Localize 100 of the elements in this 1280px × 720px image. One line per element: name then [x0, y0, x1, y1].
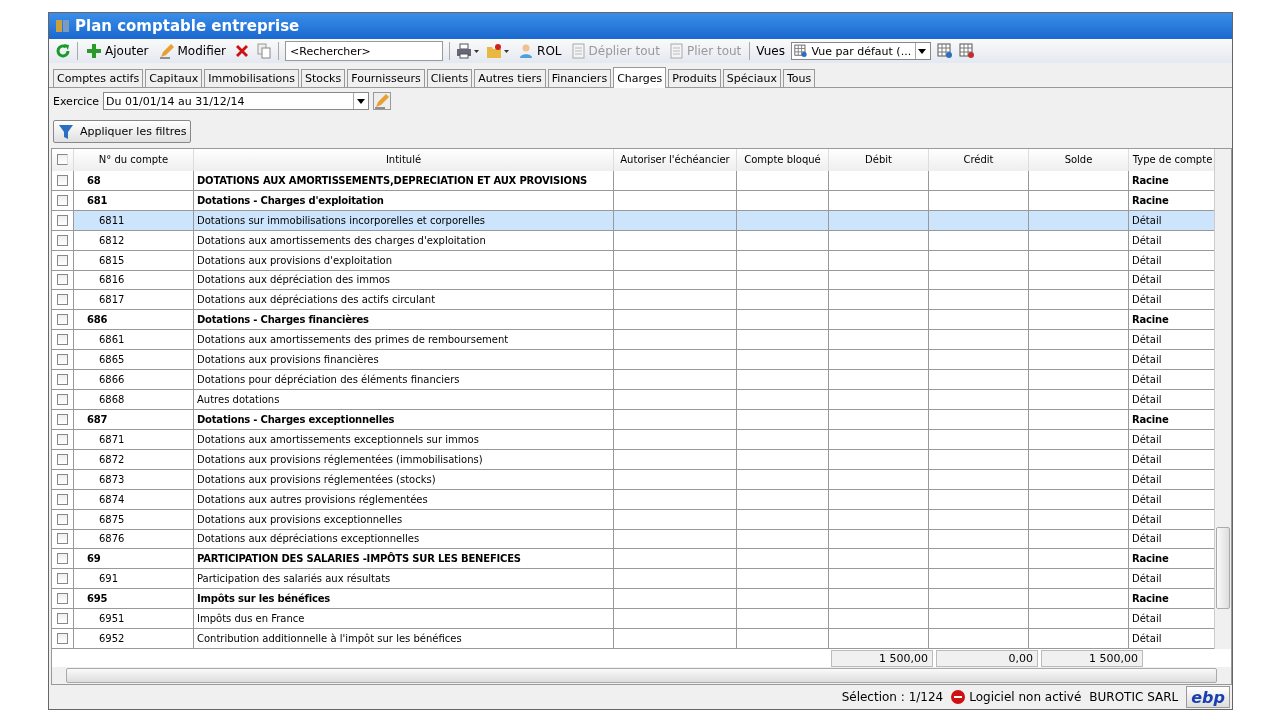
account-label-cell: Participation des salariés aux résultats — [194, 569, 614, 590]
row-checkbox[interactable] — [57, 254, 68, 266]
plus-icon — [86, 43, 102, 59]
tab[interactable]: Immobilisations — [204, 69, 300, 87]
view-dropdown[interactable]: Vue par défaut (... — [790, 42, 931, 60]
account-label-cell: Dotations - Charges exceptionnelles — [194, 409, 614, 430]
select-all-checkbox[interactable] — [57, 154, 68, 166]
account-label-cell: Dotations aux dépréciation des immos — [194, 270, 614, 291]
row-checkbox[interactable] — [57, 394, 68, 405]
ebp-logo: ebp — [1186, 686, 1230, 708]
table-users-icon[interactable] — [958, 43, 975, 59]
account-number-cell: 686 — [74, 310, 194, 331]
apply-filters-button[interactable]: Appliquer les filtres — [53, 120, 192, 143]
row-checkbox[interactable] — [57, 553, 68, 565]
window-title: Plan comptable entreprise — [75, 17, 300, 35]
column-header[interactable]: Débit — [829, 149, 929, 171]
caret-icon[interactable] — [918, 48, 927, 54]
row-checkbox[interactable] — [57, 374, 68, 386]
account-label-cell: Impôts dus en France — [194, 609, 614, 630]
account-label-cell: Impôts sur les bénéfices — [194, 589, 614, 610]
row-checkbox[interactable] — [57, 334, 68, 346]
book-icon — [55, 18, 71, 34]
row-checkbox[interactable] — [57, 433, 68, 445]
account-label-cell: DOTATIONS AUX AMORTISSEMENTS,DEPRECIATION ET AUX PROVISIONS — [194, 170, 614, 191]
account-number-cell: 687 — [74, 409, 194, 430]
delete-icon[interactable] — [234, 43, 251, 59]
table-icon[interactable] — [793, 43, 808, 59]
horizontal-scrollbar[interactable] — [52, 667, 1231, 684]
column-header[interactable]: Intitulé — [194, 149, 614, 171]
account-label-cell: Contribution additionnelle à l'impôt sur les bénéfices — [194, 629, 614, 649]
tab[interactable]: Tous — [782, 69, 816, 87]
company-name: BUROTIC SARL — [1089, 690, 1179, 704]
account-number-cell: 6815 — [74, 250, 194, 271]
column-header[interactable]: Crédit — [929, 149, 1029, 171]
edit-button[interactable]: Modifier — [156, 43, 229, 59]
printer-icon[interactable] — [456, 43, 481, 59]
column-header[interactable]: Autoriser l'échéancier — [614, 149, 737, 171]
tab[interactable]: Fournisseurs — [347, 69, 425, 87]
column-header[interactable]: Solde — [1029, 149, 1129, 171]
folder-icon[interactable] — [486, 43, 511, 59]
person-icon — [518, 43, 535, 59]
tab[interactable]: Clients — [426, 69, 473, 87]
row-checkbox[interactable] — [57, 633, 68, 645]
row-checkbox[interactable] — [57, 354, 68, 366]
account-number-cell: 6875 — [74, 509, 194, 530]
exercice-label: Exercice — [53, 94, 100, 108]
account-number-cell: 6861 — [74, 330, 194, 351]
row-checkbox[interactable] — [57, 453, 68, 465]
row-checkbox[interactable] — [57, 314, 68, 326]
vertical-scrollbar[interactable] — [1214, 149, 1231, 649]
account-number-cell: 6816 — [74, 270, 194, 291]
account-label-cell: Autres dotations — [194, 390, 614, 410]
row-checkbox[interactable] — [57, 234, 68, 246]
account-label-cell: Dotations aux amortissements exceptionnels sur immos — [194, 429, 614, 450]
account-number-cell: 68 — [74, 170, 194, 191]
row-checkbox[interactable] — [57, 214, 68, 226]
document-icon — [571, 43, 586, 59]
row-checkbox[interactable] — [57, 493, 68, 505]
no-entry-icon — [951, 690, 966, 704]
row-checkbox[interactable] — [57, 473, 68, 485]
search-field[interactable]: <Rechercher> — [285, 41, 444, 61]
balance-total: 1 500,00 — [1041, 649, 1143, 667]
row-checkbox[interactable] — [57, 573, 68, 585]
account-label-cell: Dotations aux provisions d'exploitation — [194, 250, 614, 271]
tab[interactable]: Charges — [613, 67, 667, 88]
caret-icon[interactable] — [357, 98, 366, 104]
column-header[interactable]: N° du compte — [74, 149, 194, 171]
tab[interactable]: Autres tiers — [474, 69, 546, 87]
row-checkbox[interactable] — [57, 613, 68, 625]
tab[interactable]: Stocks — [301, 69, 346, 87]
add-button[interactable]: Ajouter — [84, 43, 151, 59]
edit-period-button[interactable] — [373, 92, 392, 110]
table-settings-icon[interactable] — [936, 43, 953, 59]
account-label-cell: Dotations aux dépréciations des actifs circulant — [194, 290, 614, 311]
tab[interactable]: Produits — [668, 69, 721, 87]
copy-icon[interactable] — [256, 43, 273, 59]
tab[interactable]: Capitaux — [145, 69, 203, 87]
account-label-cell: Dotations aux provisions réglementées (stocks) — [194, 469, 614, 490]
row-checkbox[interactable] — [57, 194, 68, 206]
account-label-cell: Dotations sur immobilisations incorporelles et corporelles — [194, 210, 614, 231]
row-checkbox[interactable] — [57, 413, 68, 425]
row-checkbox[interactable] — [57, 593, 68, 605]
rol-button[interactable]: ROL — [516, 43, 564, 59]
account-number-cell: 695 — [74, 589, 194, 610]
refresh-icon[interactable] — [55, 43, 71, 59]
account-label-cell: Dotations aux amortissements des primes de remboursement — [194, 330, 614, 351]
row-checkbox[interactable] — [57, 274, 68, 286]
tab[interactable]: Financiers — [547, 69, 612, 87]
account-number-cell: 6952 — [74, 629, 194, 649]
account-number-cell: 6871 — [74, 429, 194, 450]
tab[interactable]: Spéciaux — [722, 69, 781, 87]
exercice-dropdown[interactable]: Du 01/01/14 au 31/12/14 — [103, 92, 370, 110]
row-checkbox[interactable] — [57, 294, 68, 306]
row-checkbox[interactable] — [57, 174, 68, 186]
account-type-cell: Détail — [1129, 210, 1214, 231]
tab[interactable]: Comptes actifs — [53, 69, 144, 87]
row-checkbox[interactable] — [57, 513, 68, 525]
column-header[interactable]: Compte bloqué — [737, 149, 829, 171]
account-number-cell: 6874 — [74, 489, 194, 510]
row-checkbox[interactable] — [57, 533, 68, 545]
